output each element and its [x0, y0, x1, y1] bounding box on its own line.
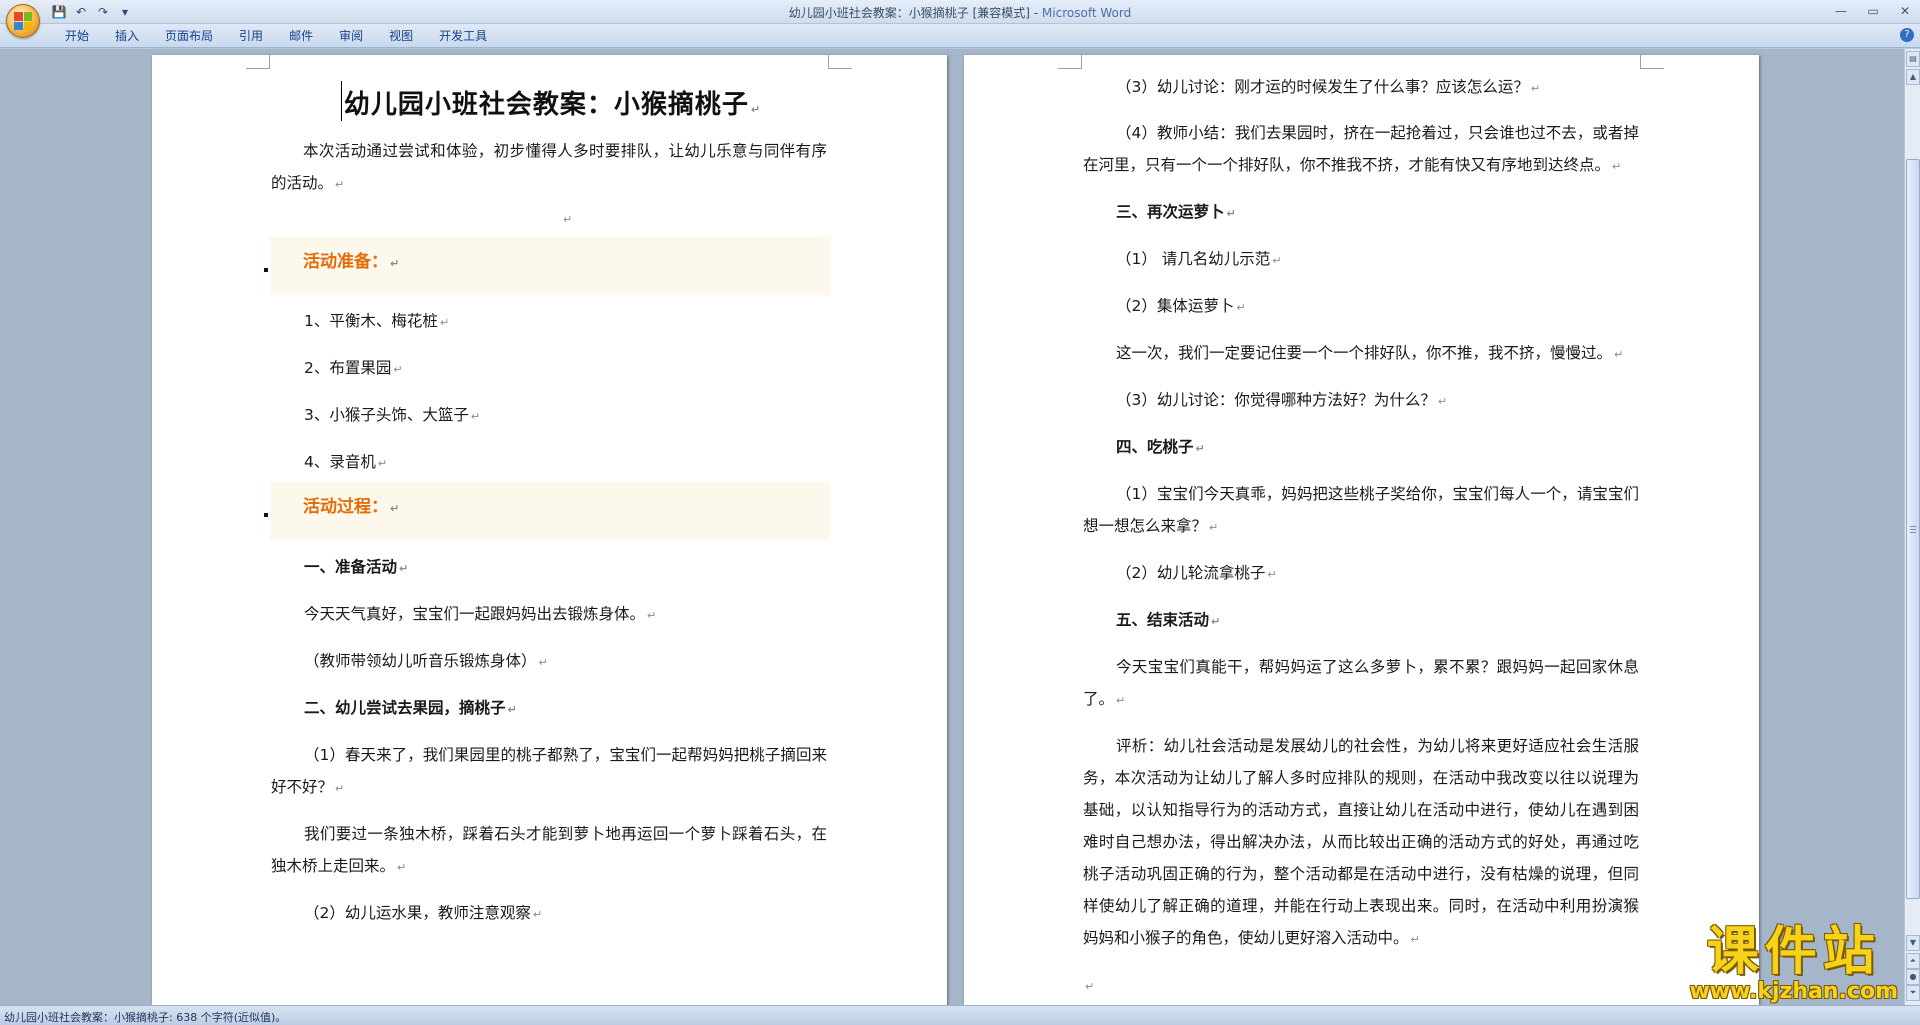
paragraph: （3）幼儿讨论：刚才运的时候发生了什么事？应该怎么运？ ↵: [1116, 78, 1541, 96]
prep-heading: 活动准备： ↵: [303, 252, 400, 272]
tab-developer[interactable]: 开发工具: [426, 28, 500, 44]
tab-page-layout[interactable]: 页面布局: [152, 28, 226, 44]
paragraph: （1） 请几名幼儿示范 ↵: [1116, 250, 1282, 268]
paragraph: （2）幼儿运水果，教师注意观察 ↵: [304, 904, 543, 922]
tab-mailings[interactable]: 邮件: [276, 28, 326, 44]
list-item: 2、布置果园 ↵: [304, 359, 403, 377]
restore-button[interactable]: ▭: [1862, 3, 1884, 19]
watermark-title: 课件站: [1706, 922, 1881, 982]
ribbon-tabs: 开始 插入 页面布局 引用 邮件 审阅 视图 开发工具: [52, 28, 500, 44]
ruler-toggle-icon[interactable]: ▤: [1906, 51, 1920, 67]
watermark-url: www.kjzhan.com: [1689, 979, 1898, 1004]
crop-mark: [1058, 55, 1082, 69]
tab-references[interactable]: 引用: [226, 28, 276, 44]
process-heading-block: 活动过程： ↵: [270, 482, 830, 540]
crop-mark: [828, 55, 852, 69]
title-bar: 💾 ↶ ↷ ▾ 幼儿园小班社会教案：小猴摘桃子 [兼容模式] - Microso…: [0, 0, 1920, 38]
paragraph: （4）教师小结：我们去果园时，挤在一起抢着过，只会谁也过不去，或者掉在河里，只有…: [1083, 124, 1639, 174]
close-button[interactable]: ✕: [1894, 3, 1916, 19]
paragraph: 今天天气真好，宝宝们一起跟妈妈出去锻炼身体。 ↵: [304, 605, 657, 623]
scroll-down-icon[interactable]: ▼: [1906, 935, 1920, 951]
page-1[interactable]: 幼儿园小班社会教案：小猴摘桃子 ↵ 本次活动通过尝试和体验，初步懂得人多时要排队，…: [152, 55, 947, 1005]
scroll-up-icon[interactable]: ▲: [1906, 69, 1920, 85]
text-cursor: [340, 81, 342, 121]
crop-mark: [246, 55, 270, 69]
window-title: 幼儿园小班社会教案：小猴摘桃子 [兼容模式] - Microsoft Word: [0, 4, 1920, 21]
crop-mark: [1640, 55, 1664, 69]
browse-object-icon[interactable]: ●: [1906, 969, 1920, 985]
review-paragraph: 评析：幼儿社会活动是发展幼儿的社会性，为幼儿将来更好适应社会生活服务，本次活动为…: [1083, 737, 1639, 947]
paragraph: （1）宝宝们今天真乖，妈妈把这些桃子奖给你，宝宝们每人一个，请宝宝们想一想怎么来…: [1083, 485, 1639, 535]
document-title: 幼儿园小班社会教案：小猴摘桃子 [兼容模式] -: [788, 6, 1042, 20]
prep-heading-block: 活动准备： ↵: [270, 237, 830, 295]
process-heading: 活动过程： ↵: [303, 497, 400, 517]
empty-paragraph: ↵: [563, 213, 573, 226]
previous-page-icon[interactable]: ⏶: [1906, 953, 1920, 969]
paragraph: （1）春天来了，我们果园里的桃子都熟了，宝宝们一起帮妈妈把桃子摘回来好不好？ ↵: [271, 746, 827, 796]
list-item: 1、平衡木、梅花桩 ↵: [304, 312, 450, 330]
status-text: 幼儿园小班社会教案：小猴摘桃子: 638 个字符(近似值)。: [4, 1011, 287, 1024]
paragraph: （3）幼儿讨论：你觉得哪种方法好？为什么？ ↵: [1116, 391, 1448, 409]
page-title: 幼儿园小班社会教案：小猴摘桃子 ↵: [271, 81, 831, 121]
paragraph: 这一次，我们一定要记住要一个一个排好队，你不推，我不挤，慢慢过。 ↵: [1116, 344, 1624, 362]
grip-line: [1910, 529, 1916, 530]
section-heading: 一、准备活动 ↵: [304, 558, 409, 576]
paragraph: 我们要过一条独木桥，踩着石头才能到萝卜地再运回一个萝卜踩着石头，在独木桥上走回来…: [271, 825, 827, 875]
office-logo-icon: [14, 12, 32, 30]
help-icon[interactable]: ?: [1900, 28, 1914, 42]
tab-view[interactable]: 视图: [376, 28, 426, 44]
watermark-logo: 课件站 www.kjzhan.com: [1689, 924, 1898, 1004]
minimize-button[interactable]: —: [1830, 3, 1852, 19]
ribbon: 开始 插入 页面布局 引用 邮件 审阅 视图 开发工具 ?: [0, 24, 1920, 48]
vertical-scrollbar[interactable]: ▤ ▲ ▼ ⏶ ● ⏷: [1904, 49, 1920, 1005]
app-name: Microsoft Word: [1041, 6, 1132, 20]
grip-line: [1910, 526, 1916, 527]
office-button[interactable]: [6, 4, 40, 38]
scroll-thumb[interactable]: [1906, 159, 1920, 899]
paragraph: （教师带领幼儿听音乐锻炼身体） ↵: [304, 652, 548, 670]
empty-paragraph: ↵: [1085, 980, 1095, 993]
section-heading: 五、结束活动 ↵: [1116, 611, 1221, 629]
window-controls: — ▭ ✕: [1830, 3, 1916, 19]
bullet-icon: [264, 513, 268, 517]
list-item: 3、小猴子头饰、大篮子 ↵: [304, 406, 481, 424]
paragraph: （2）集体运萝卜 ↵: [1116, 297, 1246, 315]
page-2[interactable]: （3）幼儿讨论：刚才运的时候发生了什么事？应该怎么运？ ↵ （4）教师小结：我们去…: [964, 55, 1759, 1005]
para-mark: ↵: [750, 103, 762, 116]
list-item: 4、录音机 ↵: [304, 453, 388, 471]
section-heading: 三、再次运萝卜 ↵: [1116, 203, 1236, 221]
section-heading: 二、幼儿尝试去果园，摘桃子 ↵: [304, 699, 517, 717]
section-heading: 四、吃桃子 ↵: [1116, 438, 1205, 456]
status-bar: 幼儿园小班社会教案：小猴摘桃子: 638 个字符(近似值)。: [0, 1005, 1920, 1025]
next-page-icon[interactable]: ⏷: [1906, 985, 1920, 1001]
intro-paragraph: 本次活动通过尝试和体验，初步懂得人多时要排队，让幼儿乐意与同伴有序的活动。 ↵: [271, 142, 827, 192]
tab-review[interactable]: 审阅: [326, 28, 376, 44]
grip-line: [1910, 532, 1916, 533]
document-area: 幼儿园小班社会教案：小猴摘桃子 ↵ 本次活动通过尝试和体验，初步懂得人多时要排队，…: [0, 49, 1904, 1005]
paragraph: 今天宝宝们真能干，帮妈妈运了这么多萝卜，累不累？跟妈妈一起回家休息了。 ↵: [1083, 658, 1639, 708]
paragraph: （2）幼儿轮流拿桃子 ↵: [1116, 564, 1277, 582]
tab-home[interactable]: 开始: [52, 28, 102, 44]
tab-insert[interactable]: 插入: [102, 28, 152, 44]
bullet-icon: [264, 268, 268, 272]
